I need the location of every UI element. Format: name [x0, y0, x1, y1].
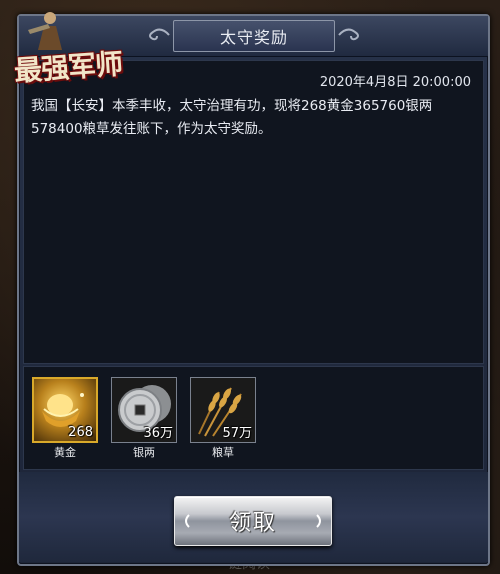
- button-left-ornament-icon: [185, 514, 190, 528]
- grain-slot[interactable]: 57万: [190, 377, 256, 443]
- reward-item-grain[interactable]: 57万 粮草: [190, 377, 256, 460]
- rewards-panel: 268 黄金 36万 银两 57万 粮草: [23, 366, 484, 470]
- reward-item-gold[interactable]: 268 黄金: [32, 377, 98, 460]
- reward-dialog: 太守奖励 2020年4月8日 20:00:00 我国【长安】本季丰收，太守治理有…: [17, 14, 490, 566]
- reward-name: 银两: [133, 446, 155, 459]
- right-ornament-icon: [338, 28, 359, 41]
- reward-count: 57万: [222, 426, 252, 441]
- reward-name: 黄金: [54, 446, 76, 459]
- dialog-title: 太守奖励: [173, 20, 335, 52]
- claim-button[interactable]: 领取: [174, 496, 332, 546]
- message-timestamp: 2020年4月8日 20:00:00: [319, 75, 471, 90]
- message-panel: 2020年4月8日 20:00:00 我国【长安】本季丰收，太守治理有功，现将2…: [23, 60, 484, 364]
- reward-item-silver[interactable]: 36万 银两: [111, 377, 177, 460]
- warrior-figure-icon: [28, 12, 62, 50]
- left-ornament-icon: [149, 28, 170, 41]
- silver-slot[interactable]: 36万: [111, 377, 177, 443]
- claim-button-label: 领取: [228, 511, 277, 536]
- logo-text: 最强军师: [13, 47, 124, 88]
- reward-count: 268: [68, 425, 93, 440]
- reward-count: 36万: [143, 426, 173, 441]
- dialog-footer: 领取: [19, 472, 488, 562]
- reward-name: 粮草: [212, 446, 234, 459]
- message-body: 我国【长安】本季丰收，太守治理有功，现将268黄金365760银两578400粮…: [31, 98, 433, 137]
- gold-slot[interactable]: 268: [32, 377, 98, 443]
- game-logo: 最强军师: [6, 8, 134, 90]
- button-right-ornament-icon: [316, 514, 321, 528]
